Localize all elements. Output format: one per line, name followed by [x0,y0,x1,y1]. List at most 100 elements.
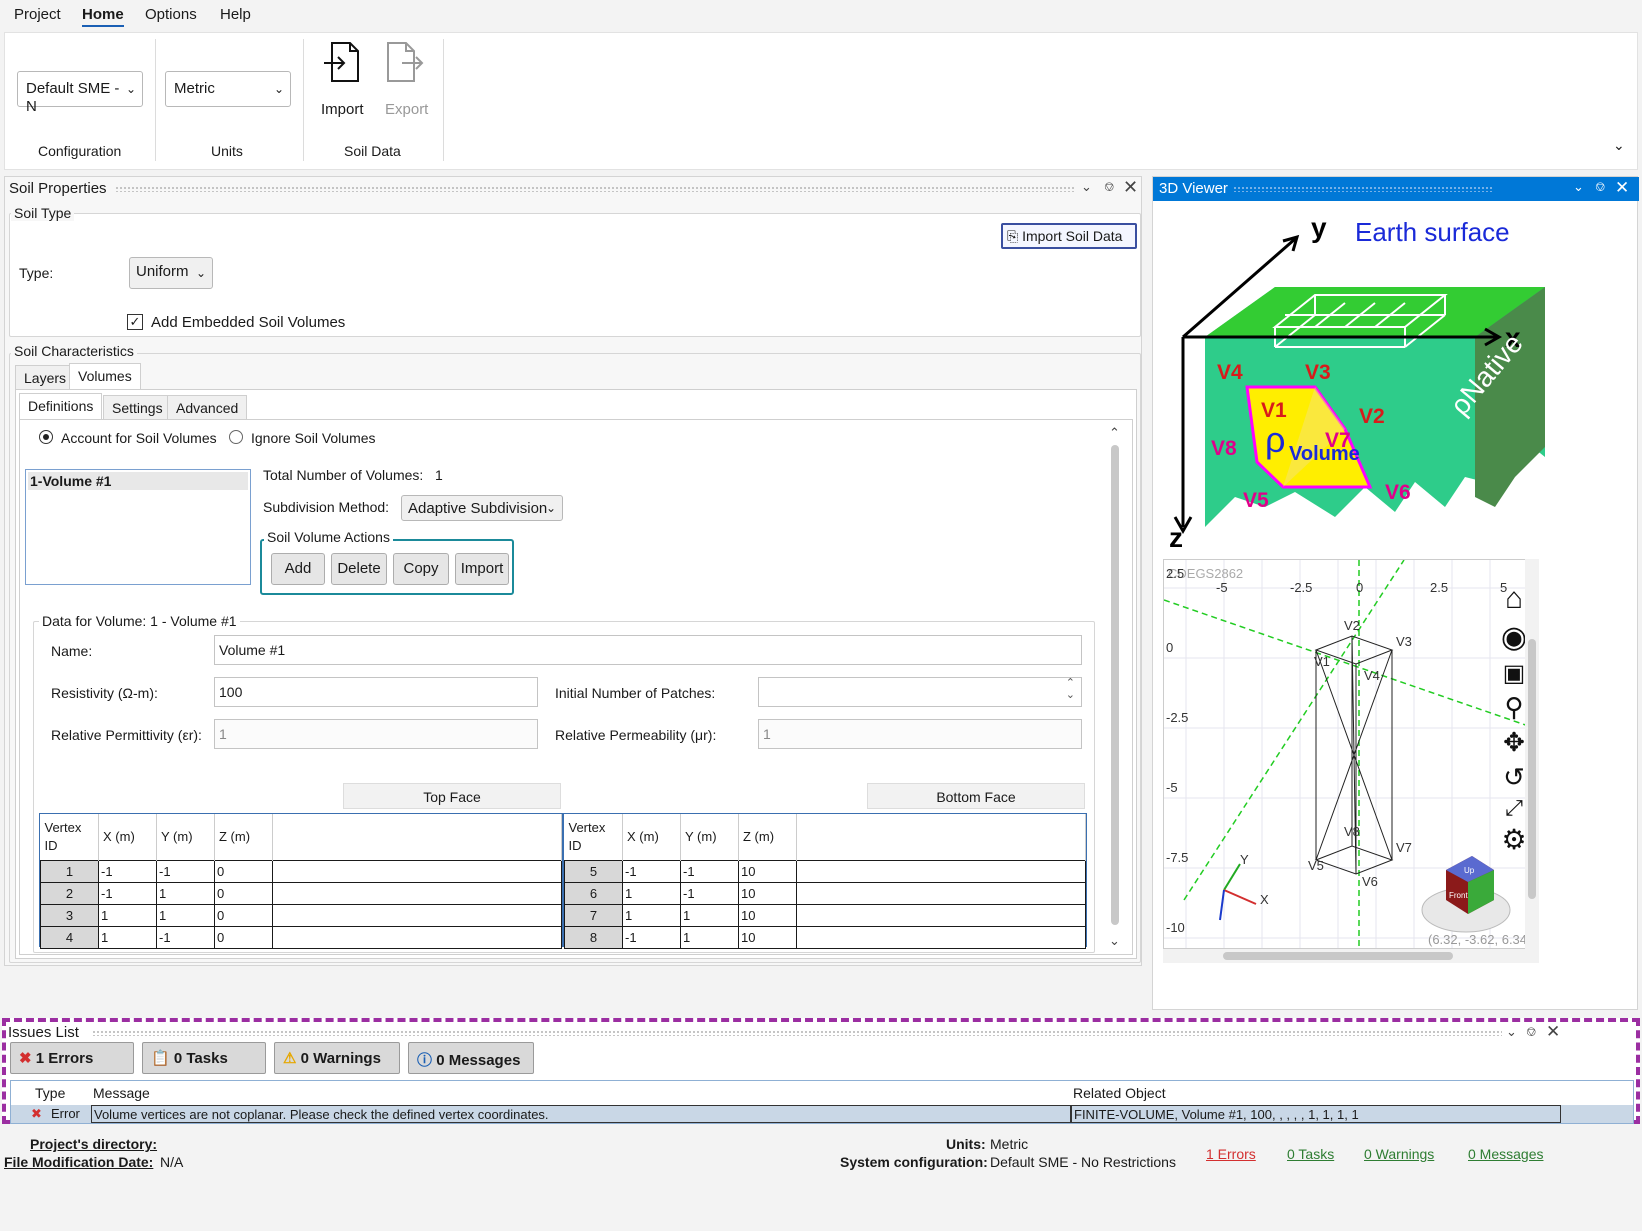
cell-y[interactable]: -1 [680,859,739,883]
cell-x[interactable]: -1 [98,881,157,905]
cell-z[interactable]: 0 [214,859,273,883]
cell-z[interactable]: 0 [214,881,273,905]
units-select[interactable]: Metric ⌄ [165,71,291,107]
table-row[interactable]: ✖ Error Volume vertices are not coplanar… [11,1105,1633,1123]
patches-spinner[interactable]: ⌃ ⌄ [758,677,1082,707]
cell-x[interactable]: 1 [622,881,681,905]
table-row[interactable]: 5 -1 -1 10 [564,859,1086,883]
subtab-settings[interactable]: Settings [103,395,172,421]
vertical-scrollbar[interactable] [1525,559,1539,949]
configuration-select[interactable]: Default SME - N ⌄ [17,71,143,115]
pin-icon[interactable]: ⎊ [1595,179,1605,195]
soil-type-select[interactable]: Uniform ⌄ [129,257,213,289]
ignore-radio[interactable] [229,430,243,444]
export-button[interactable]: Export [381,41,428,121]
top-face-grid[interactable]: Vertex ID X (m) Y (m) Z (m) 1 -1 -1 0 2 -1 1 0… [39,813,563,949]
add-volume-button[interactable]: Add [271,553,325,585]
table-row[interactable]: 8 -1 1 10 [564,925,1086,949]
panel-grip[interactable] [115,186,1075,192]
panel-dropdown-icon[interactable]: ⌄ [1506,1024,1517,1040]
cell-x[interactable]: -1 [622,925,681,949]
pin-icon[interactable]: ⎊ [1526,1024,1536,1040]
subtab-definitions[interactable]: Definitions [19,393,103,421]
volume-list[interactable]: 1-Volume #1 [25,469,251,585]
cell-y[interactable]: 1 [680,925,739,949]
cell-x[interactable]: 1 [98,925,157,949]
cell-y[interactable]: -1 [156,925,215,949]
pin-icon[interactable]: ⎊ [1104,179,1114,195]
resistivity-input[interactable]: 100 [214,677,538,707]
permeability-input[interactable]: 1 [758,719,1082,749]
cell-x[interactable]: 1 [98,903,157,927]
tab-volumes[interactable]: Volumes [69,363,141,391]
scroll-down-icon[interactable]: ⌄ [1109,933,1120,949]
copy-volume-button[interactable]: Copy [393,553,449,585]
panel-grip[interactable] [92,1030,1502,1036]
delete-volume-button[interactable]: Delete [331,553,387,585]
warnings-status-link[interactable]: 0 Warnings [1364,1146,1434,1162]
cell-x[interactable]: 1 [622,903,681,927]
subtab-advanced[interactable]: Advanced [167,395,248,421]
messages-status-link[interactable]: 0 Messages [1468,1146,1543,1162]
cell-y[interactable]: 1 [156,903,215,927]
cell-z[interactable]: 10 [738,859,797,883]
issues-grid[interactable]: Type Message Related Object ✖ Error Volu… [10,1080,1634,1124]
subdivision-select[interactable]: Adaptive Subdivision ⌄ [401,495,563,521]
add-embedded-checkbox[interactable]: ✓ [127,314,143,330]
table-row[interactable]: 1 -1 -1 0 [40,859,562,883]
cell-x[interactable]: -1 [622,859,681,883]
panel-grip[interactable] [1233,186,1493,192]
menu-options[interactable]: Options [145,6,197,23]
cell-y[interactable]: -1 [680,881,739,905]
file-modification-label[interactable]: File Modification Date: [4,1154,153,1170]
panel-dropdown-icon[interactable]: ⌄ [1573,179,1584,195]
warnings-filter-button[interactable]: ⚠ 0 Warnings [274,1042,400,1074]
scroll-up-icon[interactable]: ⌃ [1109,425,1120,441]
messages-filter-button[interactable]: ⓘ 0 Messages [408,1042,534,1074]
cell-z[interactable]: 0 [214,903,273,927]
spinner-down-icon[interactable]: ⌄ [1066,688,1075,701]
errors-status-link[interactable]: 1 Errors [1206,1146,1256,1162]
cell-z[interactable]: 10 [738,903,797,927]
menu-help[interactable]: Help [220,6,251,23]
close-icon[interactable]: ✕ [1615,178,1629,198]
cell-z[interactable]: 0 [214,925,273,949]
tab-layers[interactable]: Layers [15,365,76,391]
cell-x[interactable]: -1 [98,859,157,883]
account-radio[interactable] [39,430,53,444]
cell-z[interactable]: 10 [738,881,797,905]
vertex-label: V4 [1217,361,1243,384]
project-directory-label[interactable]: Project's directory: [30,1136,157,1152]
scrollbar-thumb[interactable] [1111,445,1119,925]
close-icon[interactable]: ✕ [1123,177,1138,198]
menu-project[interactable]: Project [14,6,61,23]
table-row[interactable]: 3110 [40,903,562,927]
import-soil-data-button[interactable]: ⎘ Import Soil Data [1001,223,1137,249]
name-input[interactable]: Volume #1 [214,635,1082,665]
close-icon[interactable]: ✕ [1546,1022,1560,1042]
menu-home[interactable]: Home [82,6,124,27]
cell-y[interactable]: 1 [680,903,739,927]
permittivity-input[interactable]: 1 [214,719,538,749]
table-row[interactable]: 7 1 1 10 [564,903,1086,927]
scrollbar-thumb[interactable] [1223,952,1453,960]
bottom-face-grid[interactable]: Vertex ID X (m) Y (m) Z (m) 5 -1 -1 10 6 1 -1… [563,813,1087,949]
table-row[interactable]: 4 1 -1 0 [40,925,562,949]
panel-dropdown-icon[interactable]: ⌄ [1081,179,1092,195]
horizontal-scrollbar[interactable] [1163,949,1539,963]
table-row[interactable]: 6 1 -1 10 [564,881,1086,905]
tasks-status-link[interactable]: 0 Tasks [1287,1146,1334,1162]
tasks-filter-button[interactable]: 📋 0 Tasks [142,1042,266,1074]
3d-plot-canvas[interactable]: CDEGS2862 -5 -2.5 0 2.5 5 2.5 0 -2.5 -5 … [1163,559,1539,949]
scrollbar-thumb[interactable] [1528,639,1536,899]
errors-filter-button[interactable]: ✖ 1 Errors [10,1042,134,1074]
cell-y[interactable]: 1 [156,881,215,905]
import-volume-button[interactable]: Import [455,553,509,585]
volume-list-item[interactable]: 1-Volume #1 [28,472,248,490]
import-button[interactable]: Import [319,41,365,121]
soil-volume-actions-legend: Soil Volume Actions [264,529,393,545]
cell-y[interactable]: -1 [156,859,215,883]
ribbon-collapse-icon[interactable]: ⌄ [1613,137,1625,154]
table-row[interactable]: 2 -1 1 0 [40,881,562,905]
cell-z[interactable]: 10 [738,925,797,949]
